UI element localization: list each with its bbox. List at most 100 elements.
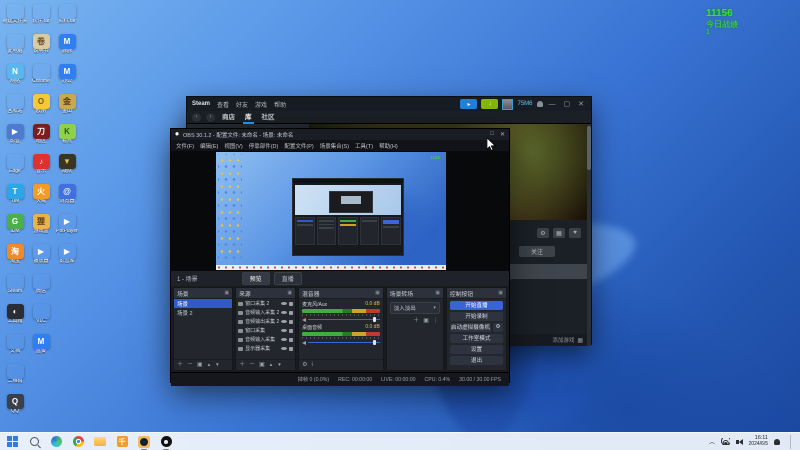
canvas-tab[interactable]: 预览 — [241, 272, 270, 285]
back-button[interactable]: ‹ — [192, 112, 201, 122]
scrollbar-thumb[interactable] — [587, 126, 591, 170]
source-row[interactable]: 窗口采集 — [236, 326, 295, 335]
steam-nav-tab[interactable]: 库 — [243, 110, 254, 124]
obs-menu-item[interactable]: 场景集合(S) — [320, 142, 349, 150]
mixer-settings-button[interactable]: ⚙ — [302, 362, 307, 368]
steam-nav-tab[interactable]: 商店 — [220, 110, 237, 124]
follow-button[interactable]: 关注 — [519, 246, 555, 257]
chat-button[interactable]: ▸ — [460, 99, 478, 109]
dock-icon[interactable]: ▣ — [224, 290, 229, 296]
obs-menu-item[interactable]: 工具(T) — [355, 142, 373, 150]
search-button[interactable] — [28, 436, 40, 448]
source-up-button[interactable]: ▲ — [269, 362, 273, 368]
steam-menu-help[interactable]: 帮助 — [274, 100, 286, 109]
desktop-icon[interactable]: 新建文件夹 — [2, 4, 28, 34]
minimize-button[interactable]: — — [547, 101, 558, 108]
steam-menu-steam[interactable]: Steam — [192, 101, 210, 107]
desktop-icon[interactable]: 狸 游戏盒 — [28, 214, 54, 244]
desktop-icon[interactable]: M 脉脉 — [54, 34, 80, 64]
steam-menu-view[interactable]: 查看 — [217, 100, 229, 109]
close-button[interactable]: ✕ — [576, 100, 586, 108]
remove-source-button[interactable]: － — [249, 362, 255, 368]
transition-select[interactable]: 淡入淡出 ▾ — [389, 302, 440, 314]
desktop-icon[interactable]: VLC — [28, 304, 54, 334]
show-desktop-button[interactable] — [790, 434, 794, 449]
virtual-camera-settings-icon[interactable]: ⚙ — [493, 322, 503, 332]
obs-menu-item[interactable]: 帮助(H) — [379, 142, 398, 150]
scene-up-button[interactable]: ▲ — [207, 362, 211, 368]
desktop-icon[interactable]: Q QQ — [2, 394, 28, 424]
desktop-icon[interactable]: ▶ 影音库 — [54, 244, 80, 274]
maximize-button[interactable]: ▢ — [562, 100, 573, 108]
desktop-icon[interactable]: 卷 说明书 — [28, 34, 54, 64]
maximize-button[interactable]: □ — [490, 131, 494, 138]
lock-icon[interactable] — [289, 337, 294, 342]
desktop-icon[interactable]: ♪ 音乐 — [28, 154, 54, 184]
lock-icon[interactable] — [289, 310, 294, 315]
scrollbar[interactable] — [587, 124, 591, 346]
source-row[interactable]: 音频输出采集 2 — [236, 317, 295, 326]
start-recording-button[interactable]: 开始录制 — [449, 311, 503, 321]
steam-menu-games[interactable]: 游戏 — [255, 100, 267, 109]
desktop-icon[interactable]: M 办公 — [54, 64, 80, 94]
speaker-mute-icon[interactable] — [302, 317, 307, 322]
desktop-icon[interactable]: ▶ 播放器 — [28, 244, 54, 274]
visibility-eye-icon[interactable] — [281, 337, 288, 342]
desktop-icon[interactable]: T TIM — [2, 184, 28, 214]
notification-bell-icon[interactable] — [774, 438, 780, 445]
desktop-icon[interactable]: 回收站 — [2, 94, 28, 124]
desktop-icon[interactable]: 火 火绒 — [28, 184, 54, 214]
visibility-eye-icon[interactable] — [281, 310, 288, 315]
obs-titlebar[interactable]: OBS 30.1.2 - 配置文件: 未命名 - 场景: 未命名 □ ✕ — [171, 129, 509, 140]
visibility-eye-icon[interactable] — [281, 319, 288, 324]
desktop-icon[interactable]: 刀 暗区 — [28, 124, 54, 154]
visibility-eye-icon[interactable] — [281, 328, 288, 333]
notifications-bell-icon[interactable] — [536, 101, 543, 107]
desktop-icon[interactable]: ▶ PotPlayer — [54, 214, 80, 244]
obs-menu-item[interactable]: 编辑(E) — [200, 142, 218, 150]
forward-button[interactable]: › — [206, 112, 215, 122]
volume-slider[interactable] — [308, 340, 380, 346]
desktop-icon[interactable]: K 看点 — [54, 124, 80, 154]
taskbar-chrome[interactable] — [72, 436, 84, 448]
download-button[interactable]: ↓ — [481, 99, 499, 109]
taskbar-steam[interactable] — [138, 435, 150, 450]
dock-icon[interactable]: ▣ — [498, 290, 503, 296]
source-row[interactable]: 窗口采集 2 — [236, 299, 295, 308]
obs-menu-item[interactable]: 配置文件(P) — [284, 142, 313, 150]
source-down-button[interactable]: ▼ — [277, 362, 281, 368]
settings-button[interactable]: 设置 — [449, 344, 503, 354]
obs-menu-item[interactable]: 停靠部件(D) — [249, 142, 279, 150]
dock-icon[interactable]: ▣ — [375, 290, 380, 296]
source-row[interactable]: 音频输入采集 — [236, 335, 295, 344]
volume-knob[interactable] — [372, 340, 376, 346]
wifi-icon[interactable] — [721, 438, 731, 445]
duplicate-transition-button[interactable]: ▣ — [423, 318, 429, 324]
desktop-icon[interactable]: O 欧朋 — [28, 94, 54, 124]
obs-menu-item[interactable]: 视图(V) — [224, 142, 242, 150]
mixer-info-button[interactable]: i — [311, 362, 312, 368]
game-action-icon[interactable]: ▦ — [553, 228, 565, 238]
desktop-icon[interactable]: ▶ 影音 — [2, 124, 28, 154]
canvas-tab[interactable]: 直播 — [273, 272, 302, 285]
taskbar-explorer[interactable] — [94, 436, 106, 448]
source-row[interactable]: 音频输入采集 2 — [236, 308, 295, 317]
tray-chevron-icon[interactable]: ︿ — [709, 437, 715, 446]
volume-slider[interactable] — [308, 317, 380, 323]
visibility-eye-icon[interactable] — [281, 346, 288, 351]
desktop-icon[interactable]: ▼ 战队 — [54, 154, 80, 184]
tray-clock[interactable]: 16:11 2024/6/5 — [749, 435, 768, 447]
desktop-icon[interactable]: Edge — [2, 154, 28, 184]
add-game-label[interactable]: 添加游戏 — [552, 336, 574, 344]
dock-icon[interactable]: ▣ — [287, 290, 292, 296]
game-action-icon[interactable]: ♥ — [569, 228, 581, 238]
desktop-icon[interactable]: 资料.rar — [54, 4, 80, 34]
desktop-icon[interactable]: N 网络 — [2, 64, 28, 94]
obs-menu-item[interactable]: 文件(F) — [176, 142, 194, 150]
taskbar-edge[interactable] — [50, 436, 62, 448]
desktop-icon[interactable]: Steam — [2, 274, 28, 304]
obs-preview[interactable]: 1156 — [171, 151, 509, 271]
desktop-icon[interactable]: 微信 — [28, 274, 54, 304]
steam-nav-tab[interactable]: 社区 — [260, 110, 277, 124]
add-scene-button[interactable]: ＋ — [177, 362, 183, 368]
